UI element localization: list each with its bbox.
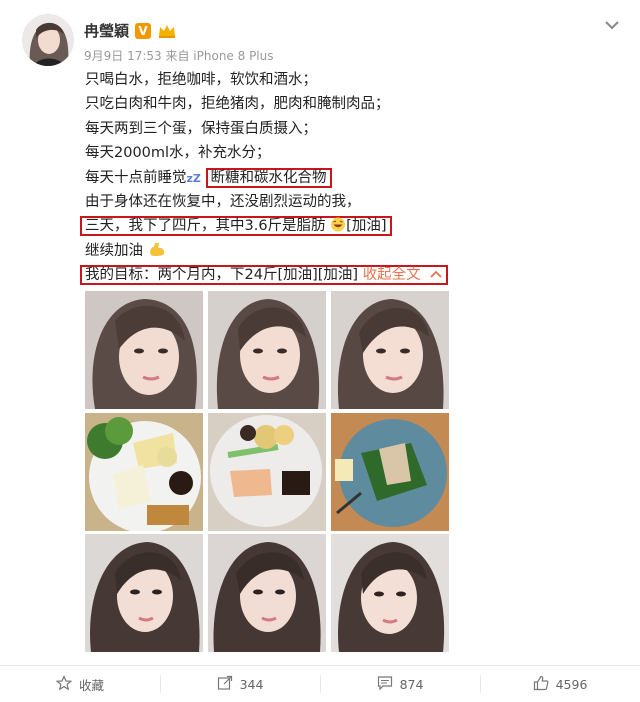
chevron-down-icon[interactable] — [604, 16, 620, 30]
highlight-box: 断糖和碳水化合物 — [205, 167, 332, 188]
line-text: 继续加油 — [85, 242, 143, 259]
photo-selfie[interactable] — [208, 534, 326, 652]
like-button[interactable]: 4596 — [480, 666, 640, 702]
username-row: 冉瑩穎 V — [84, 20, 177, 41]
photo-food[interactable] — [331, 413, 449, 531]
photo-food[interactable] — [85, 413, 203, 531]
photo-selfie[interactable] — [208, 291, 326, 409]
repost-button[interactable]: 344 — [160, 666, 320, 702]
post-line: 三天，我下了四斤，其中3.6斤是脂肪 [加油] — [80, 214, 545, 238]
line-text: 我的目标：两个月内，下24斤[加油][加油] — [85, 267, 359, 284]
photo-selfie[interactable] — [85, 291, 203, 409]
post-line: 每天两到三个蛋，保持蛋白质摄入； — [85, 120, 317, 137]
repost-count: 344 — [239, 676, 264, 692]
photo-selfie[interactable] — [331, 291, 449, 409]
post-line: 继续加油 — [85, 239, 545, 263]
thumbs-up-icon — [533, 675, 549, 694]
post-meta: 9月9日 17:53 来自 iPhone 8 Plus — [84, 49, 274, 63]
post-line: 只喝白水，拒绝咖啡，软饮和酒水； — [85, 72, 317, 88]
highlight-box: 三天，我下了四斤，其中3.6斤是脂肪 [加油] — [80, 216, 392, 237]
chevron-up-icon — [425, 267, 443, 283]
v-badge-icon: V — [135, 22, 152, 39]
post-line: 每天十点前睡觉zZ 断糖和碳水化合物 — [85, 166, 545, 190]
post-line: 由于身体还在恢复中，还没剧烈运动的我， — [85, 193, 361, 210]
username[interactable]: 冉瑩穎 — [84, 20, 129, 41]
action-bar: 收藏 344 874 4596 — [0, 665, 640, 702]
comment-button[interactable]: 874 — [320, 666, 480, 702]
favorite-button[interactable]: 收藏 — [0, 666, 160, 702]
laugh-emoji-icon — [326, 217, 347, 234]
photo-selfie[interactable] — [85, 534, 203, 652]
post-line: 我的目标：两个月内，下24斤[加油][加油] 收起全文 — [80, 263, 545, 287]
highlight-box: 我的目标：两个月内，下24斤[加油][加油] 收起全文 — [80, 265, 449, 286]
muscle-emoji-icon — [143, 242, 166, 259]
like-count: 4596 — [555, 676, 588, 692]
comment-icon — [377, 675, 393, 694]
photo-selfie[interactable] — [331, 534, 449, 652]
post-text: 只喝白水，拒绝咖啡，软饮和酒水； 只吃白肉和牛肉，拒绝猪肉，肥肉和腌制肉品； 每… — [80, 68, 545, 288]
collapse-label: 收起全文 — [362, 267, 421, 284]
favorite-label: 收藏 — [78, 677, 104, 693]
emoji-text: [加油] — [346, 218, 387, 235]
crown-icon — [157, 23, 177, 39]
line-text: 三天，我下了四斤，其中3.6斤是脂肪 — [85, 218, 326, 235]
photo-food[interactable] — [208, 413, 326, 531]
post-line: 只吃白肉和牛肉，拒绝猪肉，肥肉和腌制肉品； — [85, 96, 390, 113]
collapse-link[interactable]: 收起全文 — [363, 267, 444, 283]
share-icon — [217, 675, 233, 694]
comment-count: 874 — [399, 676, 424, 692]
star-icon — [55, 674, 73, 694]
avatar[interactable] — [22, 14, 74, 66]
sleep-emoji: zZ — [186, 171, 201, 185]
line-prefix: 每天十点前睡觉 — [85, 169, 187, 186]
post-line: 每天2000ml水，补充水分； — [85, 145, 271, 162]
